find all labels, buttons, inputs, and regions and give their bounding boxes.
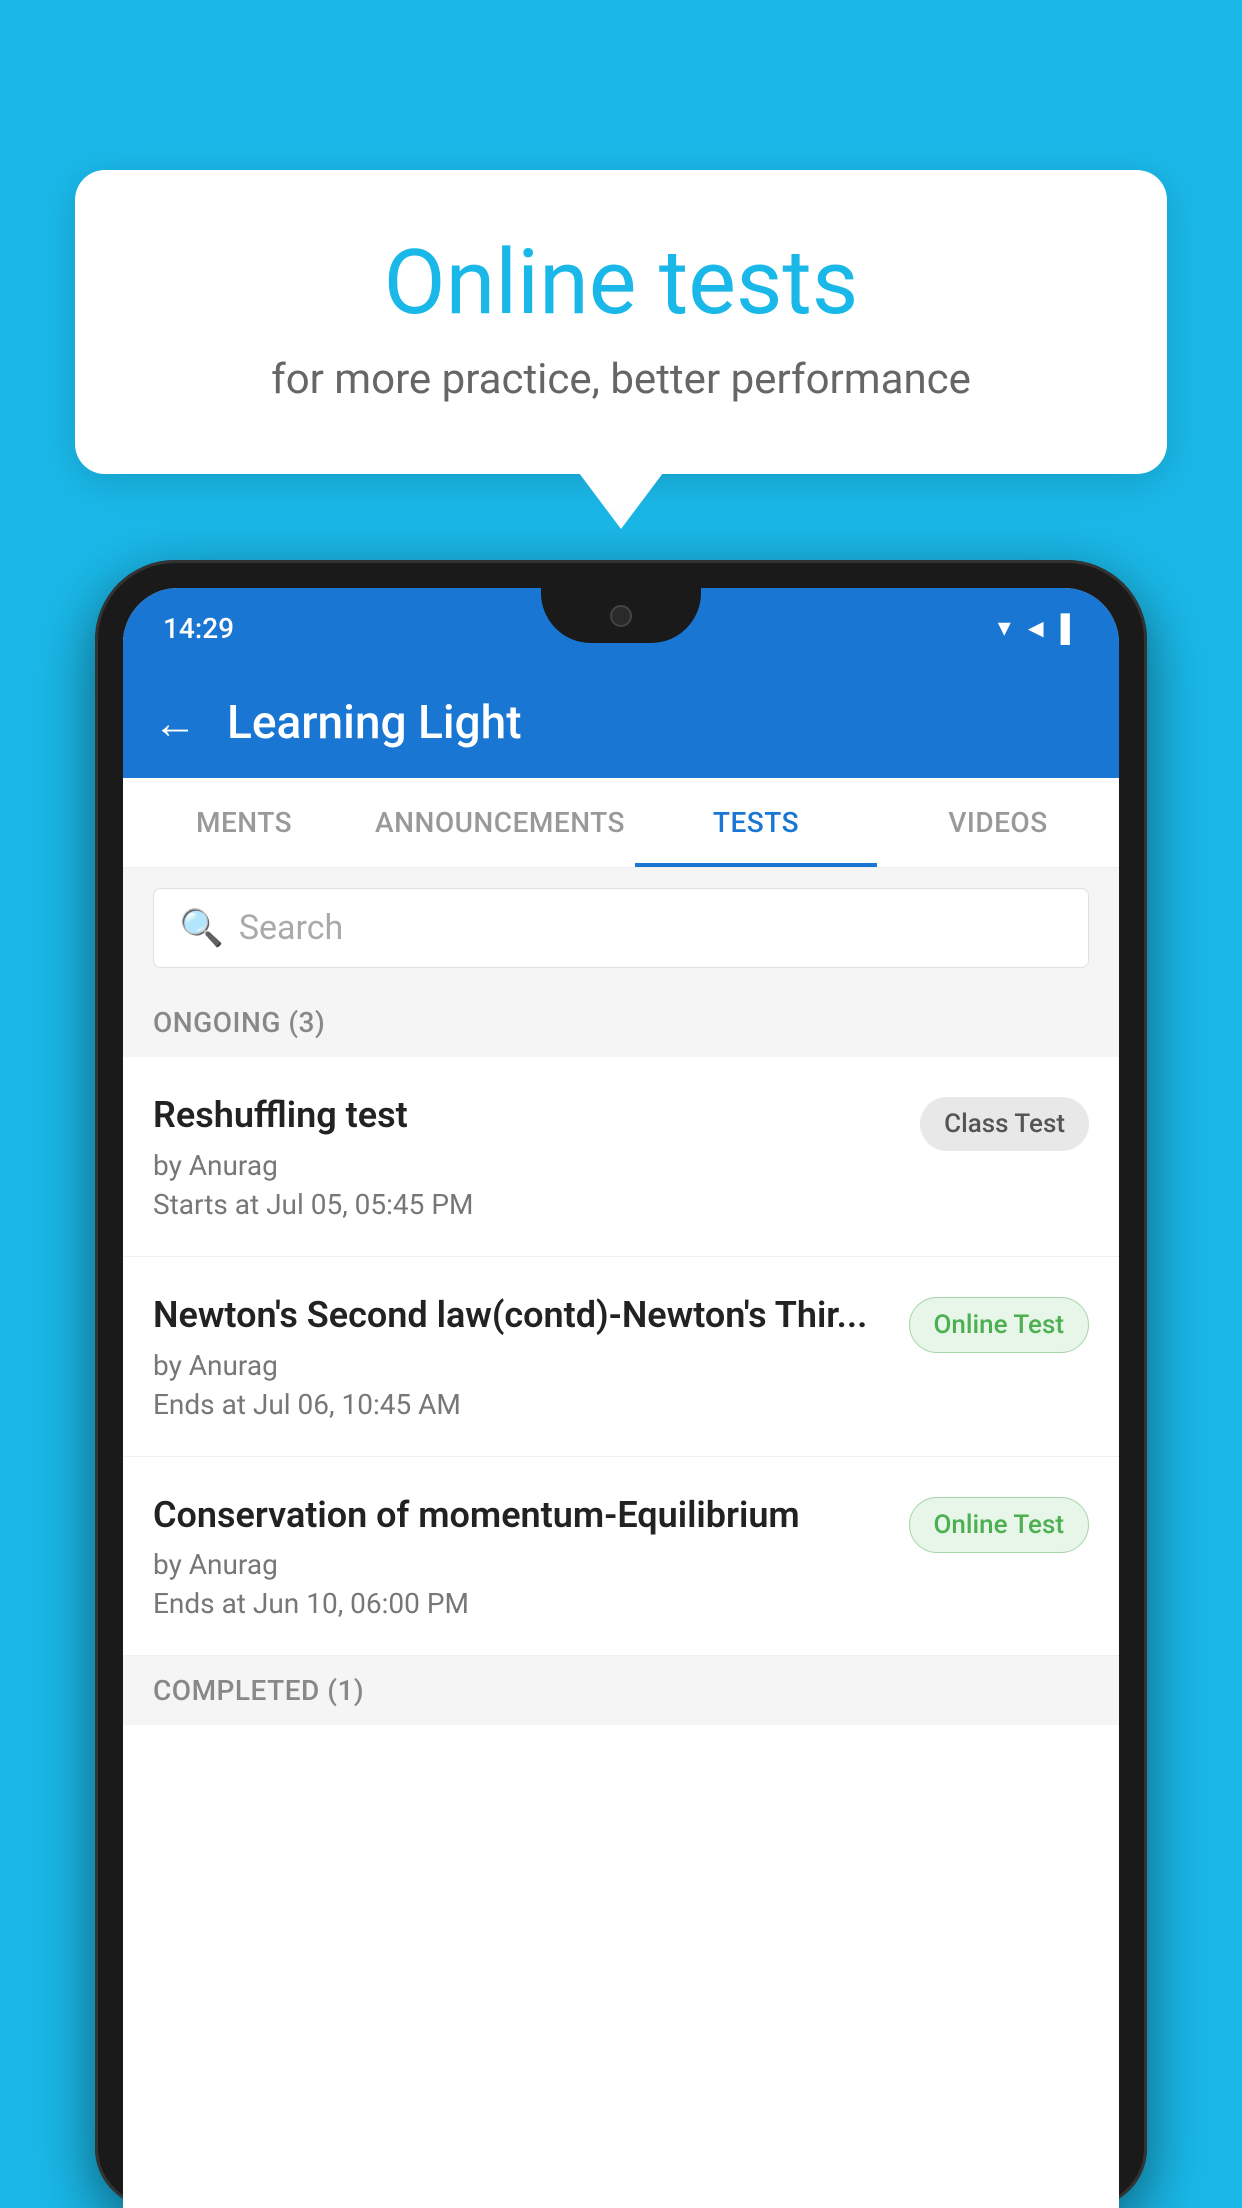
phone-notch <box>541 588 701 643</box>
test-time-label-2: Ends at <box>153 1388 246 1421</box>
test-time-label-1: Starts at <box>153 1188 259 1221</box>
test-info-1: Reshuffling test by Anurag Starts at Jul… <box>153 1092 900 1221</box>
test-list: Reshuffling test by Anurag Starts at Jul… <box>123 1057 1119 1656</box>
tab-videos[interactable]: VIDEOS <box>877 778 1119 867</box>
test-time-value-3: Jun 10, 06:00 PM <box>253 1587 469 1620</box>
phone-inner: 14:29 ▾ ◄ ▌ ← Learning Light MENTS ANNOU… <box>123 588 1119 2208</box>
back-button[interactable]: ← <box>153 697 197 749</box>
test-name-2: Newton's Second law(contd)-Newton's Thir… <box>153 1292 889 1339</box>
bubble-title: Online tests <box>155 230 1087 335</box>
test-badge-3: Online Test <box>909 1497 1090 1553</box>
phone-outer: 14:29 ▾ ◄ ▌ ← Learning Light MENTS ANNOU… <box>95 560 1147 2208</box>
app-title: Learning Light <box>227 696 522 750</box>
phone-mockup: 14:29 ▾ ◄ ▌ ← Learning Light MENTS ANNOU… <box>95 560 1147 2208</box>
signal-icon: ◄ <box>1023 613 1049 644</box>
camera-dot <box>610 605 632 627</box>
completed-section-header: COMPLETED (1) <box>123 1656 1119 1725</box>
search-container: 🔍 Search <box>123 868 1119 988</box>
test-item-reshuffling[interactable]: Reshuffling test by Anurag Starts at Jul… <box>123 1057 1119 1257</box>
status-bar: 14:29 ▾ ◄ ▌ <box>123 588 1119 668</box>
battery-icon: ▌ <box>1061 613 1079 644</box>
test-time-2: Ends at Jul 06, 10:45 AM <box>153 1388 889 1421</box>
app-header: ← Learning Light <box>123 668 1119 778</box>
wifi-icon: ▾ <box>998 613 1011 643</box>
test-time-label-3: Ends at <box>153 1587 246 1620</box>
test-badge-1: Class Test <box>920 1097 1089 1151</box>
test-time-1: Starts at Jul 05, 05:45 PM <box>153 1188 900 1221</box>
tabs-bar: MENTS ANNOUNCEMENTS TESTS VIDEOS <box>123 778 1119 868</box>
search-bar[interactable]: 🔍 Search <box>153 888 1089 968</box>
ongoing-section-header: ONGOING (3) <box>123 988 1119 1057</box>
test-time-3: Ends at Jun 10, 06:00 PM <box>153 1587 889 1620</box>
status-time: 14:29 <box>163 612 234 645</box>
test-info-3: Conservation of momentum-Equilibrium by … <box>153 1492 889 1621</box>
test-item-newton[interactable]: Newton's Second law(contd)-Newton's Thir… <box>123 1257 1119 1457</box>
test-info-2: Newton's Second law(contd)-Newton's Thir… <box>153 1292 889 1421</box>
test-item-conservation[interactable]: Conservation of momentum-Equilibrium by … <box>123 1457 1119 1657</box>
tab-tests[interactable]: TESTS <box>635 778 877 867</box>
bubble-subtitle: for more practice, better performance <box>155 355 1087 404</box>
search-icon: 🔍 <box>179 907 224 949</box>
speech-bubble: Online tests for more practice, better p… <box>75 170 1167 474</box>
test-author-2: by Anurag <box>153 1349 889 1382</box>
test-name-1: Reshuffling test <box>153 1092 900 1139</box>
tab-ments[interactable]: MENTS <box>123 778 365 867</box>
ongoing-section-title: ONGOING (3) <box>153 1006 325 1039</box>
search-placeholder: Search <box>239 908 343 948</box>
tab-announcements[interactable]: ANNOUNCEMENTS <box>365 778 635 867</box>
completed-section-title: COMPLETED (1) <box>153 1674 364 1707</box>
test-name-3: Conservation of momentum-Equilibrium <box>153 1492 889 1539</box>
status-icons: ▾ ◄ ▌ <box>998 613 1079 644</box>
test-author-1: by Anurag <box>153 1149 900 1182</box>
test-time-value-1: Jul 05, 05:45 PM <box>266 1188 473 1221</box>
test-badge-2: Online Test <box>909 1297 1090 1353</box>
test-author-3: by Anurag <box>153 1548 889 1581</box>
test-time-value-2: Jul 06, 10:45 AM <box>253 1388 461 1421</box>
